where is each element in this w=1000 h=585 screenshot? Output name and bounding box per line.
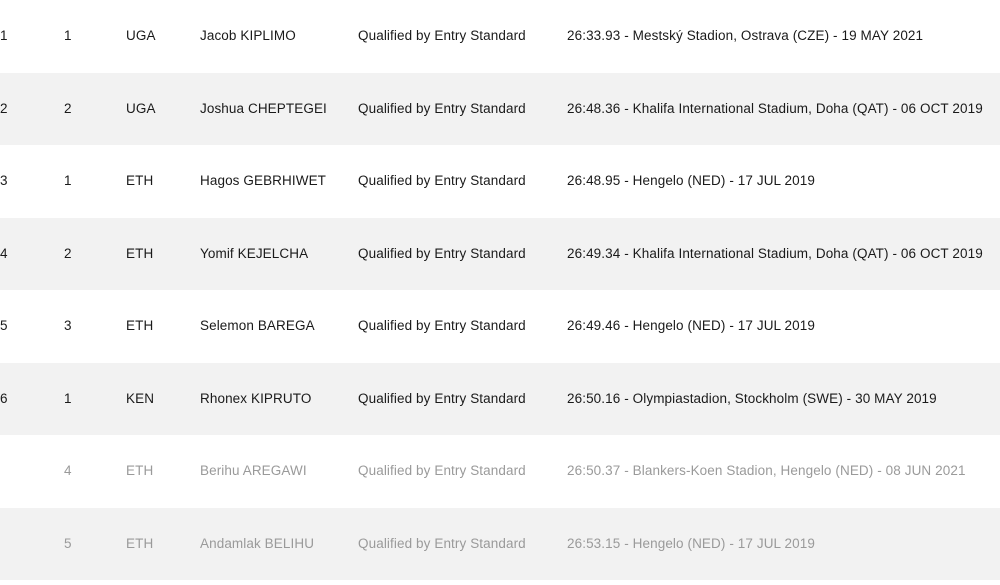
cell-athlete-name: Rhonex KIPRUTO — [200, 390, 312, 406]
cell-place: 4 — [0, 245, 8, 261]
cell-qualification-status: Qualified by Entry Standard — [358, 318, 526, 333]
cell-athlete-name: Joshua CHEPTEGEI — [200, 100, 327, 116]
cell-national-position: 2 — [64, 100, 72, 116]
table-row[interactable]: 2 2 UGA Joshua CHEPTEGEI Qualified by Entry … — [0, 72, 1000, 145]
cell-place: 3 — [0, 173, 8, 188]
cell-place: 2 — [0, 100, 8, 116]
cell-performance: 26:50.16 - Olympiastadion, Stockholm (SW… — [567, 390, 937, 406]
cell-athlete-name: Hagos GEBRHIWET — [200, 173, 327, 188]
cell-performance: 26:53.15 - Hengelo (NED) - 17 JUL 2019 — [567, 535, 815, 551]
cell-place — [0, 435, 64, 508]
cell-country-code: UGA — [126, 28, 156, 43]
table-row[interactable]: 6 1 KEN Rhonex KIPRUTO Qualified by Entry St… — [0, 362, 1000, 435]
cell-athlete-name: Berihu AREGAWI — [200, 463, 307, 478]
cell-athlete-name: Selemon BAREGA — [200, 318, 315, 333]
cell-country-code: ETH — [126, 463, 154, 478]
cell-qualification-status: Qualified by Entry Standard — [358, 245, 526, 261]
results-table-body: 1 1 UGA Jacob KIPLIMO Qualified by Entry Sta… — [0, 0, 1000, 580]
cell-athlete-name: Yomif KEJELCHA — [200, 245, 309, 261]
cell-performance: 26:50.37 - Blankers-Koen Stadion, Hengel… — [567, 463, 966, 478]
cell-country-code: ETH — [126, 173, 154, 188]
cell-performance: 26:49.46 - Hengelo (NED) - 17 JUL 2019 — [567, 318, 815, 333]
cell-country-code: ETH — [126, 318, 154, 333]
cell-national-position: 1 — [64, 28, 72, 43]
cell-performance: 26:49.34 - Khalifa International Stadium… — [567, 245, 983, 261]
table-row[interactable]: 4 2 ETH Yomif KEJELCHA Qualified by Entry St… — [0, 217, 1000, 290]
cell-performance: 26:48.36 - Khalifa International Stadium… — [567, 100, 983, 116]
cell-national-position: 4 — [64, 463, 72, 478]
cell-national-position: 1 — [64, 390, 72, 406]
cell-qualification-status: Qualified by Entry Standard — [358, 390, 526, 406]
cell-athlete-name: Andamlak BELIHU — [200, 535, 315, 551]
cell-athlete-name: Jacob KIPLIMO — [200, 28, 296, 43]
cell-performance: 26:33.93 - Mestský Stadion, Ostrava (CZE… — [567, 28, 924, 43]
cell-country-code: ETH — [126, 535, 154, 551]
cell-qualification-status: Qualified by Entry Standard — [358, 100, 526, 116]
cell-country-code: KEN — [126, 390, 155, 406]
cell-national-position: 3 — [64, 318, 72, 333]
cell-qualification-status: Qualified by Entry Standard — [358, 463, 526, 478]
cell-place — [0, 508, 64, 581]
cell-national-position: 2 — [64, 245, 72, 261]
cell-qualification-status: Qualified by Entry Standard — [358, 535, 526, 551]
table-row[interactable]: 3 1 ETH Hagos GEBRHIWET Qualified by Entry S… — [0, 145, 1000, 218]
cell-place: 5 — [0, 318, 8, 333]
cell-qualification-status: Qualified by Entry Standard — [358, 173, 526, 188]
cell-country-code: ETH — [126, 245, 154, 261]
table-row[interactable]: 1 1 UGA Jacob KIPLIMO Qualified by Entry Sta… — [0, 0, 1000, 73]
cell-place: 1 — [0, 28, 8, 43]
cell-national-position: 5 — [64, 535, 72, 551]
cell-performance: 26:48.95 - Hengelo (NED) - 17 JUL 2019 — [567, 173, 815, 188]
cell-qualification-status: Qualified by Entry Standard — [358, 28, 526, 43]
cell-place: 6 — [0, 390, 8, 406]
table-row[interactable]: 5 3 ETH Selemon BAREGA Qualified by Entry St… — [0, 290, 1000, 363]
table-row[interactable]: 5 ETH Andamlak BELIHU Qualified by Entry St… — [0, 507, 1000, 581]
qualification-results-table: 1 1 UGA Jacob KIPLIMO Qualified by Entry Sta… — [0, 0, 1000, 580]
cell-country-code: UGA — [126, 100, 156, 116]
table-row[interactable]: 4 ETH Berihu AREGAWI Qualified by Entry Sta… — [0, 435, 1000, 508]
cell-national-position: 1 — [64, 173, 72, 188]
